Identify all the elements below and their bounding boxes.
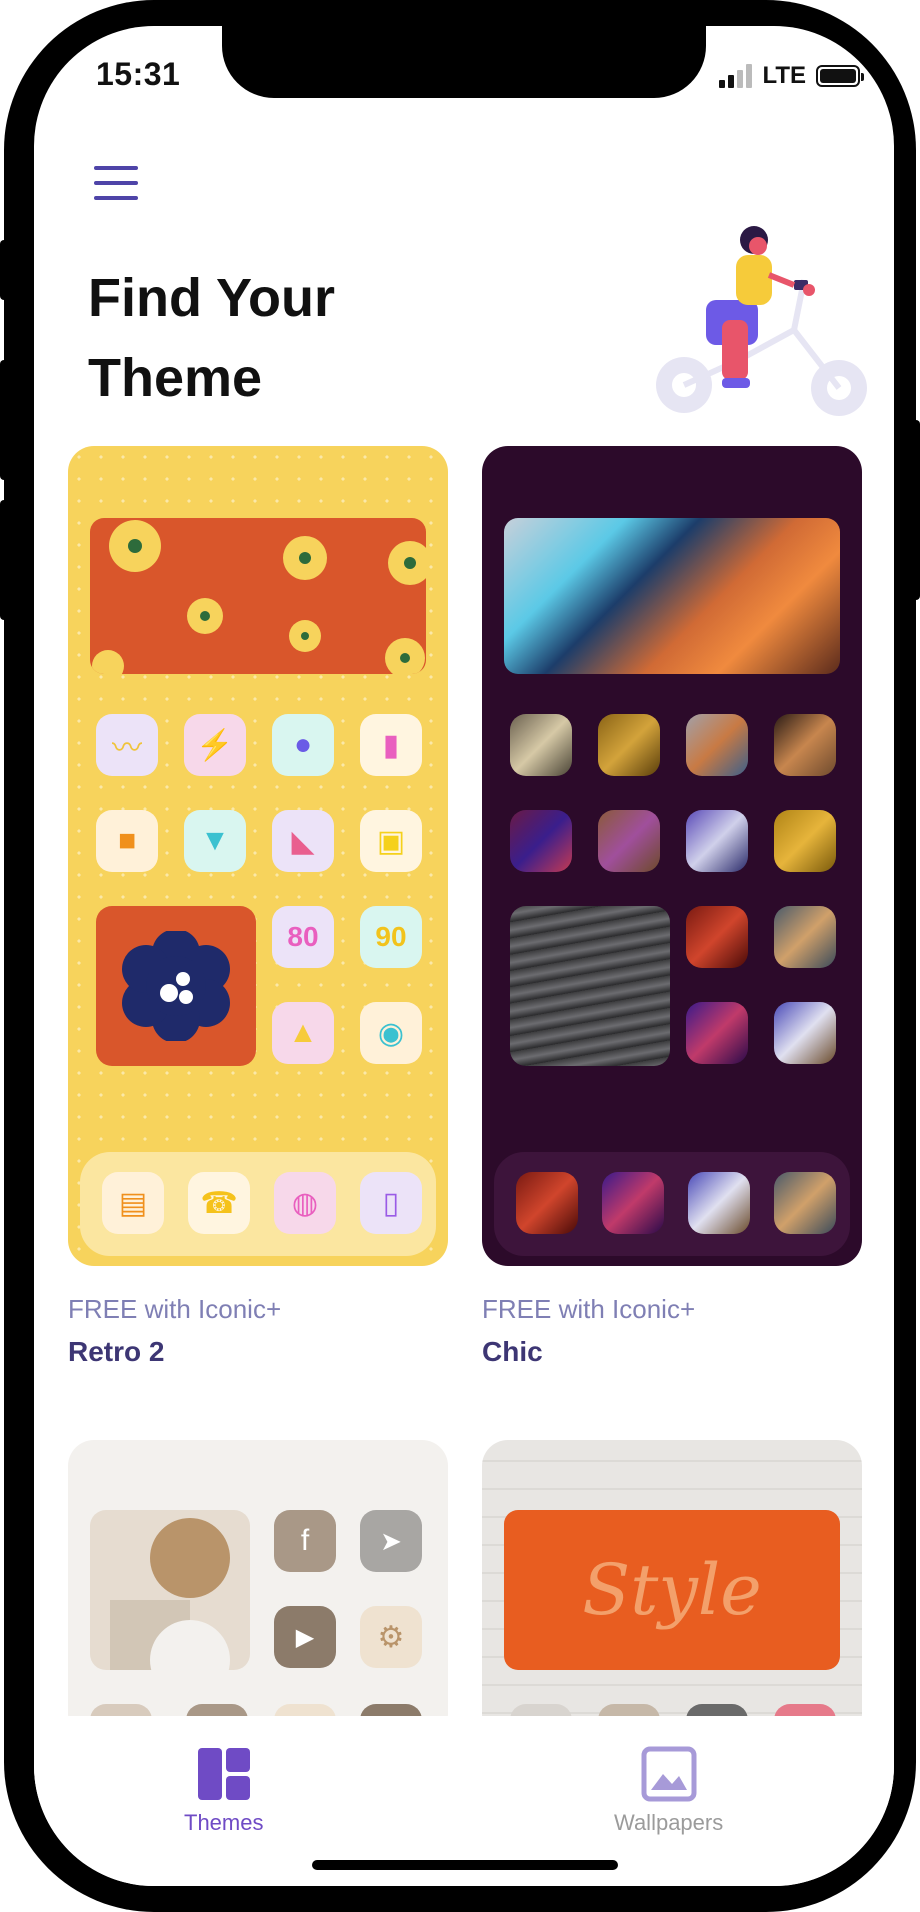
van-icon: ■ <box>96 810 158 872</box>
foil-icon <box>774 1172 836 1234</box>
foil-icon <box>686 1002 748 1064</box>
tab-label: Themes <box>184 1810 264 1835</box>
foil-icon <box>686 714 748 776</box>
ice-cream-icon: ▲ <box>272 1002 334 1064</box>
theme-name[interactable]: Chic <box>482 1336 543 1368</box>
theme-card-neutral[interactable]: f ➤ ▶ ⚙ <box>68 1440 448 1740</box>
mushroom-icon: ● <box>272 714 334 776</box>
themes-icon <box>197 1748 250 1800</box>
foil-icon <box>598 810 660 872</box>
menu-button[interactable] <box>94 166 138 200</box>
theme-banner <box>90 518 426 674</box>
page-title: Find Your Theme <box>88 258 448 418</box>
shorts-icon: ▼ <box>184 810 246 872</box>
tab-wallpapers[interactable]: Wallpapers <box>614 1746 723 1836</box>
roller-skate-icon: ◣ <box>272 810 334 872</box>
flower-pattern <box>92 520 426 674</box>
theme-price-label: FREE with Iconic+ <box>68 1294 282 1324</box>
signal-icon <box>719 64 753 88</box>
menu-line <box>94 196 138 200</box>
hero-illustration <box>656 226 867 416</box>
status-indicators: LTE <box>719 62 864 90</box>
theme-card-retro-2[interactable]: 〰 ⚡ ● ▮ ■ ▼ ◣ ▣ 80 90 ▲ ◉ ▤ ☎ ◍ ▯ <box>68 446 448 1266</box>
phone-icon: ☎ <box>188 1172 250 1234</box>
facebook-icon: f <box>274 1510 336 1572</box>
wallpapers-icon <box>641 1746 697 1802</box>
page-title-line1: Find Your <box>88 268 335 328</box>
theme-card-style[interactable]: Style <box>482 1440 862 1740</box>
network-type: LTE <box>762 62 806 89</box>
tab-themes[interactable]: Themes <box>184 1746 263 1836</box>
flower-widget <box>96 906 256 1066</box>
shape-circle <box>150 1518 230 1598</box>
theme-banner <box>504 518 840 674</box>
sand-widget <box>510 906 670 1066</box>
lipstick-icon: ▮ <box>360 714 422 776</box>
app-screen: 15:31 LTE Find Your Theme 〰 ⚡ ● ▮ ■ ▼ ◣ … <box>34 26 894 1886</box>
ninety-icon: 90 <box>360 906 422 968</box>
tv-icon: ▣ <box>360 810 422 872</box>
phone-frame: 15:31 LTE Find Your Theme 〰 ⚡ ● ▮ ■ ▼ ◣ … <box>4 0 916 1912</box>
foil-icon <box>774 810 836 872</box>
telegram-icon: ➤ <box>360 1510 422 1572</box>
youtube-icon: ▶ <box>274 1606 336 1668</box>
lightning-icon: ⚡ <box>184 714 246 776</box>
flower-icon <box>122 931 230 1041</box>
theme-widget <box>90 1510 250 1670</box>
foil-icon <box>688 1172 750 1234</box>
foil-icon <box>510 714 572 776</box>
home-indicator <box>312 1860 618 1870</box>
foil-icon <box>516 1172 578 1234</box>
menu-line <box>94 166 138 170</box>
lollipop-icon: ◍ <box>274 1172 336 1234</box>
theme-card-chic[interactable] <box>482 446 862 1266</box>
foil-icon <box>774 714 836 776</box>
notch <box>222 26 706 98</box>
page-title-line2: Theme <box>88 348 263 408</box>
mask-icon: 〰 <box>96 714 158 776</box>
theme-name[interactable]: Retro 2 <box>68 1336 164 1368</box>
theme-price-label: FREE with Iconic+ <box>482 1294 696 1324</box>
status-time: 15:31 <box>96 56 181 92</box>
foil-icon <box>602 1172 664 1234</box>
battery-icon <box>816 65 864 87</box>
foil-icon <box>774 1002 836 1064</box>
style-banner-text: Style <box>582 1549 762 1631</box>
foil-icon <box>686 906 748 968</box>
theme-dock: ▤ ☎ ◍ ▯ <box>80 1152 436 1256</box>
style-banner: Style <box>504 1510 840 1670</box>
foil-icon <box>598 714 660 776</box>
theme-dock <box>494 1152 850 1256</box>
foil-icon <box>510 810 572 872</box>
spray-can-icon: ▯ <box>360 1172 422 1234</box>
foil-icon <box>686 810 748 872</box>
foil-icon <box>774 906 836 968</box>
radio-icon: ▤ <box>102 1172 164 1234</box>
menu-line <box>94 181 138 185</box>
record-player-icon: ◉ <box>360 1002 422 1064</box>
tab-label: Wallpapers <box>614 1810 724 1835</box>
eighty-icon: 80 <box>272 906 334 968</box>
settings-icon: ⚙ <box>360 1606 422 1668</box>
